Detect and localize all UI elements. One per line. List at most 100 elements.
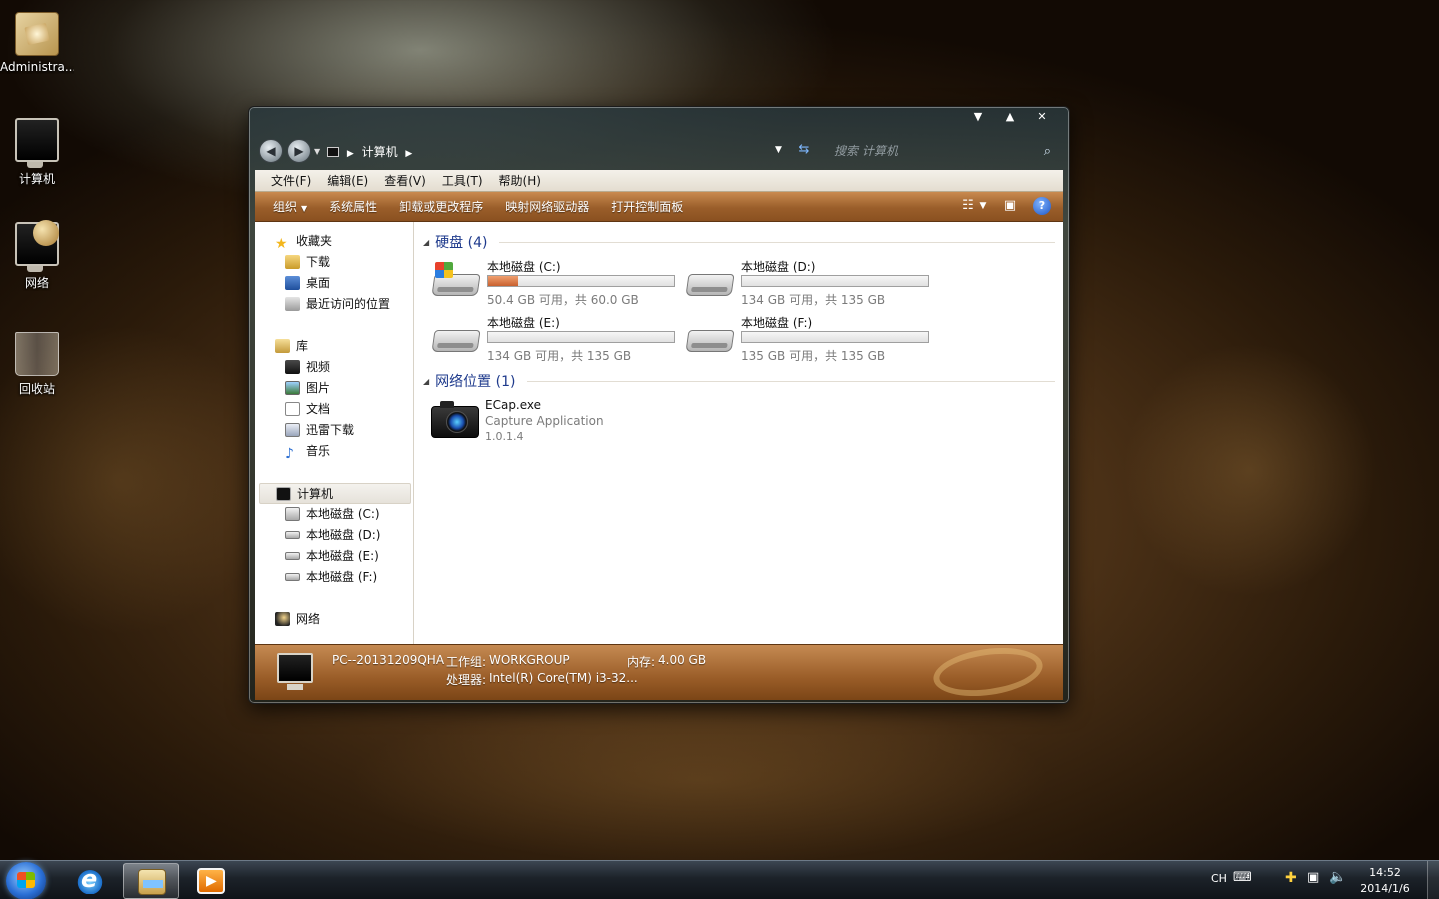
details-pane: PC--20131209QHA 工作组: WORKGROUP 内存: 4.00 … [255, 641, 1063, 703]
nav-drive-f[interactable]: 本地磁盘 (F:) [285, 567, 377, 588]
nav-label: 下载 [306, 255, 331, 269]
taskbar-ie[interactable] [62, 863, 118, 899]
chevron-down-icon: ▼ [301, 204, 308, 213]
network-icon [15, 220, 59, 272]
preview-pane-icon[interactable]: ▣ [1001, 197, 1019, 215]
volume-icon[interactable]: 🔈 [1329, 869, 1346, 885]
menu-help[interactable]: 帮助(H) [491, 170, 549, 192]
taskbar-media-player[interactable] [183, 863, 239, 899]
drive-c-tile[interactable]: 本地磁盘 (C:) 50.4 GB 可用，共 60.0 GB [431, 258, 683, 308]
close-button[interactable]: ✕ [1029, 109, 1055, 125]
nav-drive-d[interactable]: 本地磁盘 (D:) [285, 525, 380, 546]
system-properties-button[interactable]: 系统属性 [321, 198, 391, 215]
breadcrumb-computer[interactable]: 计算机 [362, 145, 398, 159]
search-icon[interactable]: ⌕ [1044, 141, 1051, 162]
nav-label: 迅雷下载 [306, 423, 355, 437]
drives-section-header[interactable]: ◢ 硬盘 (4) [423, 232, 487, 252]
drive-e-tile[interactable]: 本地磁盘 (E:) 134 GB 可用，共 135 GB [431, 314, 683, 364]
desktop-icon-recycle-bin[interactable]: 回收站 [0, 332, 74, 397]
view-options-icon[interactable]: ☷ [959, 197, 977, 215]
ecap-app-tile[interactable]: ECap.exe Capture Application 1.0.1.4 [431, 398, 691, 450]
forward-button[interactable]: ▶ [287, 139, 311, 163]
nav-documents[interactable]: 文档 [285, 399, 330, 420]
user-folder-icon [15, 12, 59, 56]
maximize-button[interactable]: ▲ [997, 109, 1023, 125]
drive-space: 134 GB 可用，共 135 GB [741, 293, 886, 307]
show-desktop-button[interactable] [1427, 861, 1439, 899]
address-bar[interactable]: ▶ 计算机 ▶ [327, 142, 787, 162]
nav-label: 本地磁盘 (F:) [306, 570, 378, 584]
nav-thunder-downloads[interactable]: 迅雷下载 [285, 420, 354, 441]
security-shield-icon[interactable]: ✚ [1285, 870, 1297, 886]
hard-drive-icon [431, 330, 481, 352]
organize-label: 组织 [273, 200, 298, 214]
nav-drive-c[interactable]: 本地磁盘 (C:) [285, 504, 380, 525]
video-icon [285, 360, 300, 374]
memory-value: 4.00 GB [658, 653, 707, 667]
collapse-triangle-icon[interactable]: ◢ [423, 238, 429, 247]
nav-recent-places[interactable]: 最近访问的位置 [285, 294, 390, 315]
start-button[interactable] [6, 862, 46, 899]
music-note-icon: ♪ [285, 446, 294, 462]
open-control-panel-button[interactable]: 打开控制面板 [603, 198, 697, 215]
taskbar-explorer[interactable] [123, 863, 179, 899]
nav-pictures[interactable]: 图片 [285, 378, 330, 399]
desktop-icon-computer[interactable]: 计算机 [0, 118, 74, 187]
clock[interactable]: 14:52 2014/1/6 [1355, 865, 1415, 897]
keyboard-icon[interactable]: ⌨ [1233, 870, 1252, 885]
desktop-icon-admin-folder[interactable]: Administra... [0, 12, 74, 74]
cpu-value: Intel(R) Core(TM) i3-32... [489, 671, 638, 685]
clock-date: 2014/1/6 [1360, 882, 1410, 895]
network-section-header[interactable]: ◢ 网络位置 (1) [423, 371, 515, 391]
organize-button[interactable]: 组织 ▼ [265, 198, 321, 215]
nav-desktop[interactable]: 桌面 [285, 273, 330, 294]
menu-edit[interactable]: 编辑(E) [319, 170, 376, 192]
nav-favorites[interactable]: ★ 收藏夹 [275, 231, 332, 252]
desktop-icon-label: 计算机 [18, 172, 55, 186]
command-bar-right: ☷ ▼ ▣ ? [959, 197, 1051, 215]
refresh-icon[interactable]: ⇆ [792, 142, 816, 157]
nav-network[interactable]: 网络 [275, 609, 320, 630]
app-description: Capture Application [485, 414, 604, 428]
section-title: 网络位置 (1) [435, 374, 516, 390]
language-indicator[interactable]: CH [1211, 872, 1227, 885]
menu-file[interactable]: 文件(F) [263, 170, 319, 192]
collapse-triangle-icon[interactable]: ◢ [423, 377, 429, 386]
back-button[interactable]: ◀ [259, 139, 283, 163]
uninstall-program-button[interactable]: 卸载或更改程序 [391, 198, 497, 215]
workgroup-label: 工作组: [446, 655, 487, 669]
hard-drive-icon [285, 531, 300, 539]
nav-videos[interactable]: 视频 [285, 357, 330, 378]
windows-logo-icon [435, 262, 453, 278]
map-network-drive-button[interactable]: 映射网络驱动器 [497, 198, 603, 215]
menu-bar: 文件(F) 编辑(E) 查看(V) 工具(T) 帮助(H) [255, 170, 1063, 192]
drive-d-tile[interactable]: 本地磁盘 (D:) 134 GB 可用，共 135 GB [685, 258, 937, 308]
network-status-icon[interactable]: ▣ [1307, 870, 1319, 885]
menu-view[interactable]: 查看(V) [376, 170, 434, 192]
file-list-pane: ◢ 硬盘 (4) 本地磁盘 (C:) 50.4 GB 可用，共 60.0 GB 本… [415, 222, 1063, 644]
desktop-icon-network[interactable]: 网络 [0, 220, 74, 291]
drive-f-tile[interactable]: 本地磁盘 (F:) 135 GB 可用，共 135 GB [685, 314, 937, 364]
nav-label: 计算机 [297, 487, 334, 501]
menu-tools[interactable]: 工具(T) [434, 170, 491, 192]
recent-places-icon [285, 297, 300, 311]
nav-downloads[interactable]: 下载 [285, 252, 330, 273]
breadcrumb-arrow-icon[interactable]: ▶ [347, 149, 354, 159]
nav-computer[interactable]: 计算机 [259, 483, 411, 504]
nav-music[interactable]: ♪ 音乐 [285, 441, 330, 462]
nav-drive-e[interactable]: 本地磁盘 (E:) [285, 546, 379, 567]
nav-libraries[interactable]: 库 [275, 336, 308, 357]
search-placeholder: 搜索 计算机 [834, 144, 898, 158]
search-input[interactable]: 搜索 计算机 ⌕ [822, 141, 1057, 162]
pc-name: PC--20131209QHA [332, 653, 445, 667]
drive-space: 50.4 GB 可用，共 60.0 GB [487, 293, 639, 307]
help-icon[interactable]: ? [1033, 197, 1051, 215]
nav-label: 文档 [306, 402, 331, 416]
recent-pages-dropdown[interactable]: ▼ [314, 147, 320, 156]
drive-usage-fill [488, 276, 518, 286]
breadcrumb-arrow-icon[interactable]: ▶ [405, 149, 412, 159]
nav-label: 本地磁盘 (C:) [306, 507, 380, 521]
view-dropdown-icon[interactable]: ▼ [979, 197, 987, 215]
minimize-button[interactable]: ▼ [965, 109, 991, 125]
address-dropdown-icon[interactable]: ▼ [775, 145, 782, 155]
